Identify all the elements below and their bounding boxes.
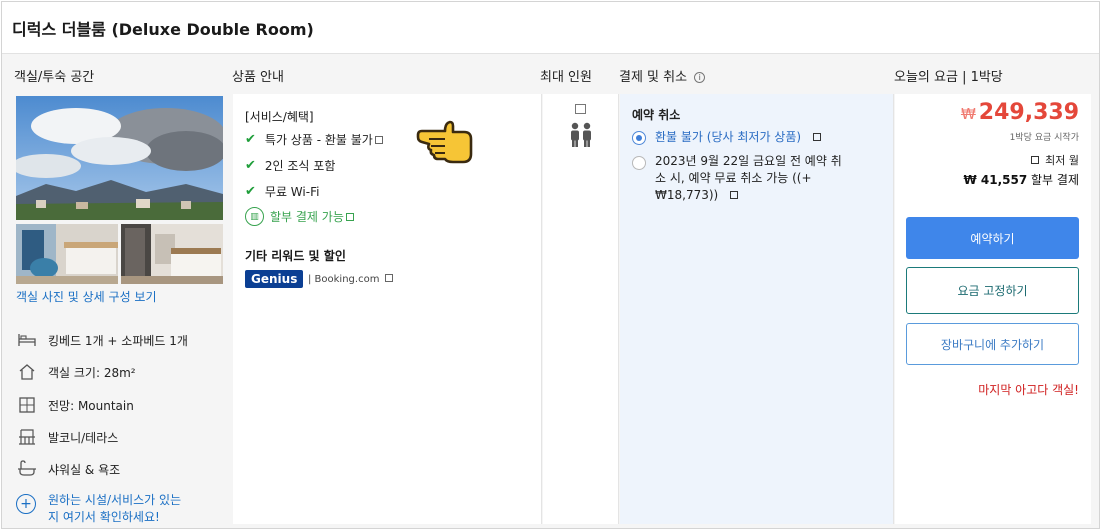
column-header-room: 객실/투숙 공간 <box>14 70 95 85</box>
option-free-cancel-line1: 2023년 9월 22일 금요일 전 예약 취 <box>655 154 842 168</box>
installment-suffix: 할부 결제 <box>1031 173 1079 187</box>
room-card: 디럭스 더블룸 (Deluxe Double Room) 객실/투숙 공간 상품… <box>1 1 1100 529</box>
feature-balcony: 발코니/테라스 <box>16 427 118 447</box>
price-value: 249,339 <box>978 100 1079 125</box>
last-room-notice: 마지막 아고다 객실! <box>978 383 1079 397</box>
bath-icon <box>16 459 38 479</box>
feature-view: 전망: Mountain <box>16 395 134 415</box>
column-header-info: 상품 안내 <box>232 70 284 85</box>
option-free-cancel-line3: ₩18,773)) <box>655 188 719 202</box>
room-price: ₩249,339 <box>961 100 1079 125</box>
installment-min-label: 최저 월 <box>1045 154 1079 167</box>
rewards-title: 기타 리워드 및 할인 <box>245 249 346 263</box>
external-link-icon[interactable] <box>812 133 821 141</box>
plus-icon: + <box>16 494 36 514</box>
installment-amount-line: ₩ 41,557 할부 결제 <box>963 171 1079 188</box>
feature-label: 전망: Mountain <box>48 398 134 413</box>
window-icon <box>16 395 38 415</box>
benefit-item: ✔ 특가 상품 - 환불 불가 <box>245 131 383 148</box>
cancel-title: 예약 취소 <box>632 108 681 122</box>
radio-non-refundable[interactable] <box>632 131 646 145</box>
benefit-item: ✔ 2인 조식 포함 <box>245 157 335 174</box>
installment-benefit[interactable]: ▥ 할부 결제 가능 <box>245 207 354 226</box>
price-lock-button[interactable]: 요금 고정하기 <box>906 267 1079 314</box>
column-header-cancel-label: 결제 및 취소 <box>619 70 688 85</box>
column-header-cancel: 결제 및 취소 i <box>619 66 706 85</box>
room-photo-main[interactable] <box>16 96 223 220</box>
benefit-label: 2인 조식 포함 <box>264 159 336 173</box>
feature-label: 킹베드 1개 + 소파베드 1개 <box>48 333 188 348</box>
installment-icon: ▥ <box>245 207 264 226</box>
column-header-occupancy: 최대 인원 <box>540 70 592 85</box>
cancellation-panel: 예약 취소 환불 불가 (당사 최저가 상품) 2023년 9월 22일 금요일… <box>620 94 894 524</box>
option-non-refundable[interactable]: 환불 불가 (당사 최저가 상품) <box>655 129 821 146</box>
feature-size: 객실 크기: 28m² <box>16 362 136 382</box>
room-photo-thumb-1[interactable] <box>16 224 118 284</box>
feature-label: 객실 크기: 28m² <box>48 365 136 380</box>
external-link-icon[interactable] <box>374 135 383 144</box>
product-info-panel: [서비스/혜택] ✔ 특가 상품 - 환불 불가 ✔ 2인 조식 포함 ✔ 무료… <box>233 94 542 524</box>
add-to-cart-button[interactable]: 장바구니에 추가하기 <box>906 323 1079 365</box>
feature-bath: 샤워실 & 욕조 <box>16 459 120 479</box>
benefits-title: [서비스/혜택] <box>245 110 314 124</box>
external-link-icon[interactable] <box>384 274 393 282</box>
hand-pointer-icon <box>416 120 473 164</box>
price-panel: ₩249,339 1박당 요금 시작가 최저 월 ₩ 41,557 할부 결제 … <box>895 94 1091 524</box>
column-header-price: 오늘의 요금 | 1박당 <box>894 70 1003 85</box>
two-persons-icon <box>571 122 591 147</box>
external-link-icon[interactable] <box>345 212 354 221</box>
external-link-icon[interactable] <box>730 191 739 199</box>
occupancy-panel <box>543 94 619 524</box>
check-icon: ✔ <box>245 158 256 173</box>
booking-label: | Booking.com <box>308 274 393 285</box>
bed-icon <box>16 330 38 350</box>
room-panel: 객실 사진 및 상세 구성 보기 킹베드 1개 + 소파베드 1개 객실 크기:… <box>14 94 224 524</box>
check-icon: ✔ <box>245 132 256 147</box>
radio-free-cancel[interactable] <box>632 156 646 170</box>
room-title-bar: 디럭스 더블룸 (Deluxe Double Room) <box>2 2 1099 54</box>
option-non-refundable-label: 환불 불가 (당사 최저가 상품) <box>655 130 802 144</box>
benefit-label: 무료 Wi-Fi <box>264 185 320 199</box>
option-free-cancel[interactable]: 2023년 9월 22일 금요일 전 예약 취 소 시, 예약 무료 취소 가능… <box>655 153 842 204</box>
more-facilities-line2: 지 여기서 확인하세요! <box>48 510 160 524</box>
room-title: 디럭스 더블룸 (Deluxe Double Room) <box>12 20 314 39</box>
feature-label: 발코니/테라스 <box>48 430 119 445</box>
benefit-item: ✔ 무료 Wi-Fi <box>245 183 319 200</box>
external-link-icon[interactable] <box>1030 156 1039 164</box>
benefit-label: 특가 상품 - 환불 불가 <box>264 133 373 147</box>
booking-text: | Booking.com <box>308 274 380 285</box>
house-icon <box>16 362 38 382</box>
genius-badge: Genius <box>245 270 304 288</box>
room-photos-link[interactable]: 객실 사진 및 상세 구성 보기 <box>16 288 157 305</box>
room-photo-thumb-2[interactable] <box>121 224 223 284</box>
installment-line: 최저 월 <box>1029 152 1079 168</box>
installment-amount: ₩ 41,557 <box>963 173 1028 187</box>
option-free-cancel-line3-wrap: ₩18,773)) <box>655 187 842 204</box>
feature-label: 샤워실 & 욕조 <box>48 462 121 477</box>
check-icon: ✔ <box>245 184 256 199</box>
more-facilities-line1: 원하는 시설/서비스가 있는 <box>48 493 182 507</box>
more-facilities-link[interactable]: + 원하는 시설/서비스가 있는 지 여기서 확인하세요! <box>16 492 181 526</box>
option-free-cancel-line2: 소 시, 예약 무료 취소 가능 ((+ <box>655 171 812 185</box>
book-button[interactable]: 예약하기 <box>906 217 1079 259</box>
info-icon[interactable]: i <box>694 72 706 83</box>
balcony-icon <box>16 427 38 447</box>
expand-icon[interactable] <box>575 104 586 114</box>
currency-symbol: ₩ <box>960 105 976 123</box>
per-night-label: 1박당 요금 시작가 <box>1009 133 1079 143</box>
installment-label: 할부 결제 가능 <box>270 210 344 224</box>
feature-bed: 킹베드 1개 + 소파베드 1개 <box>16 330 188 350</box>
